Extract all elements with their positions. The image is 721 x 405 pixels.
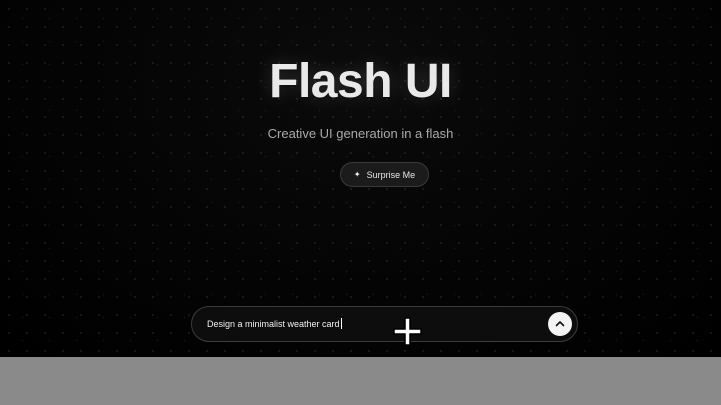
main-stage: Flash UI Creative UI generation in a fla… <box>0 0 721 357</box>
crosshair-cursor-icon <box>393 317 422 346</box>
page-subtitle: Creative UI generation in a flash <box>267 126 454 141</box>
chevron-up-icon <box>555 321 565 327</box>
surprise-me-button[interactable]: ✦ Surprise Me <box>340 162 429 187</box>
prompt-bar[interactable]: Design a minimalist weather card <box>191 306 578 342</box>
surprise-me-label: Surprise Me <box>366 169 416 180</box>
page-title: Flash UI <box>269 55 452 108</box>
bottom-panel <box>0 357 721 405</box>
prompt-input-text: Design a minimalist weather card <box>207 319 340 329</box>
sparkle-icon: ✦ <box>353 169 361 179</box>
text-caret <box>340 318 342 329</box>
prompt-input[interactable]: Design a minimalist weather card <box>207 318 342 329</box>
send-button[interactable] <box>548 312 572 336</box>
